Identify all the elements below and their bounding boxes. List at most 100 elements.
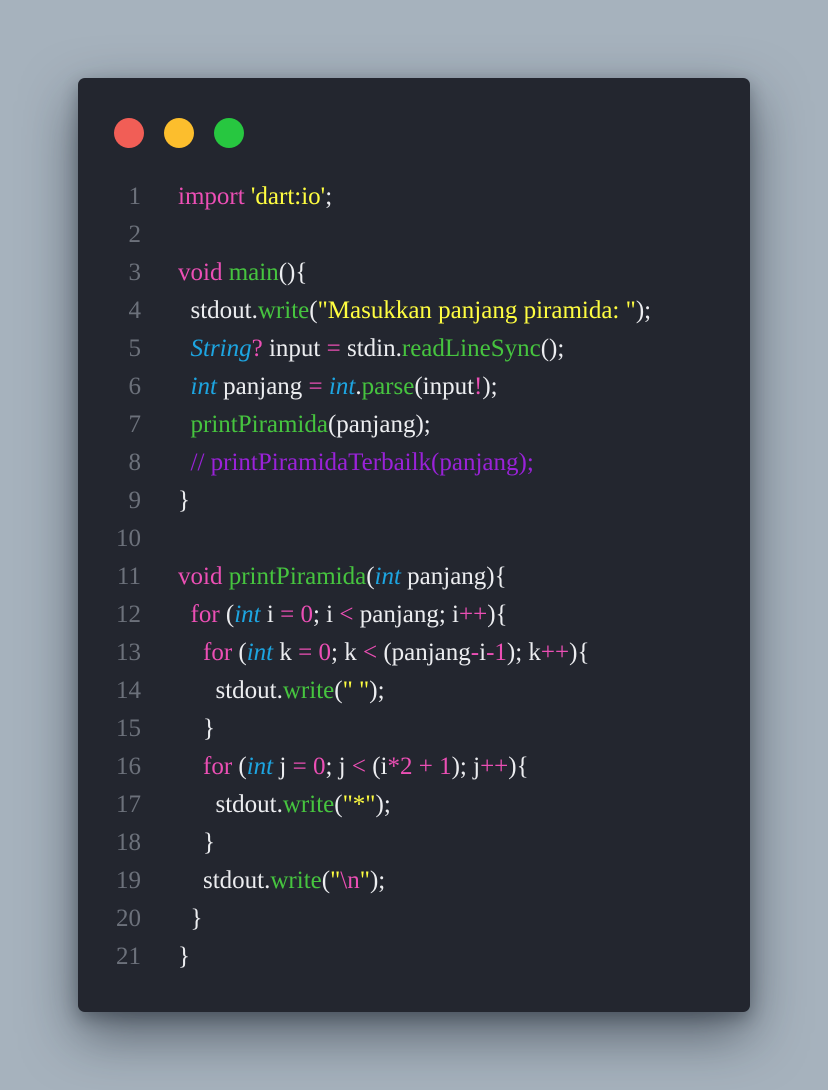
code-line: 19 stdout.write("\n"); bbox=[78, 862, 750, 900]
code-text: for (int j = 0; j < (i*2 + 1); j++){ bbox=[178, 748, 529, 786]
code-token: ); bbox=[482, 373, 498, 400]
code-line: 8 // printPiramidaTerbailk(panjang); bbox=[78, 444, 750, 482]
code-token: ); bbox=[375, 791, 391, 818]
code-line: 16 for (int j = 0; j < (i*2 + 1); j++){ bbox=[78, 748, 750, 786]
line-number: 9 bbox=[128, 487, 142, 514]
code-token: write bbox=[282, 791, 335, 818]
code-token: input bbox=[262, 335, 327, 362]
code-token: } bbox=[178, 487, 190, 514]
code-line: 17 stdout.write("*"); bbox=[78, 786, 750, 824]
line-number: 3 bbox=[128, 259, 142, 286]
code-token: stdout. bbox=[178, 677, 283, 704]
code-token: (panjang); bbox=[327, 411, 431, 438]
code-line: 7 printPiramida(panjang); bbox=[78, 406, 750, 444]
code-line: 3 void main(){ bbox=[78, 254, 750, 292]
code-text: int panjang = int.parse(input!); bbox=[178, 368, 498, 406]
code-token: 0 bbox=[312, 753, 326, 780]
line-number: 5 bbox=[128, 335, 142, 362]
line-number: 7 bbox=[128, 411, 142, 438]
code-token: ; bbox=[325, 183, 333, 210]
code-token: ; j bbox=[325, 753, 352, 780]
minimize-dot-icon[interactable] bbox=[164, 118, 194, 148]
code-token: (input bbox=[414, 373, 475, 400]
code-line: 15 } bbox=[78, 710, 750, 748]
code-line: 2 bbox=[78, 216, 750, 254]
code-token: int bbox=[234, 601, 261, 628]
code-token: } bbox=[178, 829, 215, 856]
code-text: stdout.write("*"); bbox=[178, 786, 391, 824]
code-text: for (int k = 0; k < (panjang-i-1); k++){ bbox=[178, 634, 589, 672]
line-number: 11 bbox=[116, 563, 141, 590]
code-line: 10 bbox=[78, 520, 750, 558]
code-token: ++ bbox=[480, 753, 509, 780]
maximize-dot-icon[interactable] bbox=[214, 118, 244, 148]
line-number: 19 bbox=[116, 867, 141, 894]
code-text: } bbox=[178, 482, 190, 520]
code-token: stdout. bbox=[178, 791, 283, 818]
line-number: 15 bbox=[116, 715, 141, 742]
line-number: 16 bbox=[116, 753, 141, 780]
code-token: * bbox=[387, 753, 401, 780]
code-block: 1 import 'dart:io'; 2 3 void main(){ 4 stdout… bbox=[78, 178, 750, 976]
code-token: ); k bbox=[506, 639, 541, 666]
code-text: stdout.write("\n"); bbox=[178, 862, 385, 900]
code-token: int bbox=[190, 373, 217, 400]
line-number: 4 bbox=[128, 297, 142, 324]
code-token: void bbox=[178, 259, 223, 286]
line-number: 12 bbox=[116, 601, 141, 628]
code-token: i bbox=[260, 601, 281, 628]
code-text: void main(){ bbox=[178, 254, 307, 292]
line-number: 2 bbox=[128, 221, 142, 248]
close-dot-icon[interactable] bbox=[114, 118, 144, 148]
code-token: ){ bbox=[508, 753, 529, 780]
code-text: } bbox=[178, 710, 215, 748]
code-token: " bbox=[359, 867, 370, 894]
code-token: = bbox=[308, 373, 323, 400]
code-token: ); bbox=[369, 867, 386, 894]
code-token: < bbox=[351, 753, 366, 780]
code-text: } bbox=[178, 938, 190, 976]
code-token: void bbox=[178, 563, 223, 590]
code-token: + bbox=[418, 753, 433, 780]
code-token: ){ bbox=[569, 639, 590, 666]
code-token: ( bbox=[219, 601, 235, 628]
code-token: \n bbox=[340, 867, 360, 894]
code-line: 5 String? input = stdin.readLineSync(); bbox=[78, 330, 750, 368]
code-token: parse bbox=[361, 373, 415, 400]
code-token: readLineSync bbox=[401, 335, 541, 362]
code-token: write bbox=[270, 867, 322, 894]
code-text: } bbox=[178, 824, 215, 862]
code-token: k bbox=[273, 639, 299, 666]
code-line: 18 } bbox=[78, 824, 750, 862]
code-token: (){ bbox=[278, 259, 308, 286]
code-token: write bbox=[282, 677, 335, 704]
code-token: ( bbox=[309, 297, 318, 324]
code-line: 1 import 'dart:io'; bbox=[78, 178, 750, 216]
code-token: } bbox=[178, 943, 190, 970]
code-token: 0 bbox=[318, 639, 332, 666]
code-token: ++ bbox=[459, 601, 488, 628]
line-number: 13 bbox=[116, 639, 141, 666]
code-text: // printPiramidaTerbailk(panjang); bbox=[178, 444, 534, 482]
code-token: ); bbox=[369, 677, 385, 704]
code-token: ++ bbox=[540, 639, 570, 666]
code-text: printPiramida(panjang); bbox=[178, 406, 431, 444]
code-line: 6 int panjang = int.parse(input!); bbox=[78, 368, 750, 406]
code-text: String? input = stdin.readLineSync(); bbox=[178, 330, 565, 368]
code-token: ); j bbox=[451, 753, 481, 780]
code-token: 2 bbox=[400, 753, 413, 780]
code-token: = bbox=[326, 335, 341, 362]
code-text: import 'dart:io'; bbox=[178, 178, 332, 216]
code-token: // printPiramidaTerbailk(panjang); bbox=[190, 449, 534, 476]
code-token: int bbox=[246, 753, 274, 780]
code-token: ( bbox=[232, 639, 247, 666]
code-text: for (int i = 0; i < panjang; i++){ bbox=[178, 596, 508, 634]
code-line: 13 for (int k = 0; k < (panjang-i-1); k+… bbox=[78, 634, 750, 672]
code-token: = bbox=[298, 639, 313, 666]
code-line: 14 stdout.write(" "); bbox=[78, 672, 750, 710]
code-token: 'dart:io' bbox=[250, 183, 326, 210]
code-token: int bbox=[328, 373, 356, 400]
line-number: 8 bbox=[128, 449, 142, 476]
code-token: int bbox=[246, 639, 274, 666]
